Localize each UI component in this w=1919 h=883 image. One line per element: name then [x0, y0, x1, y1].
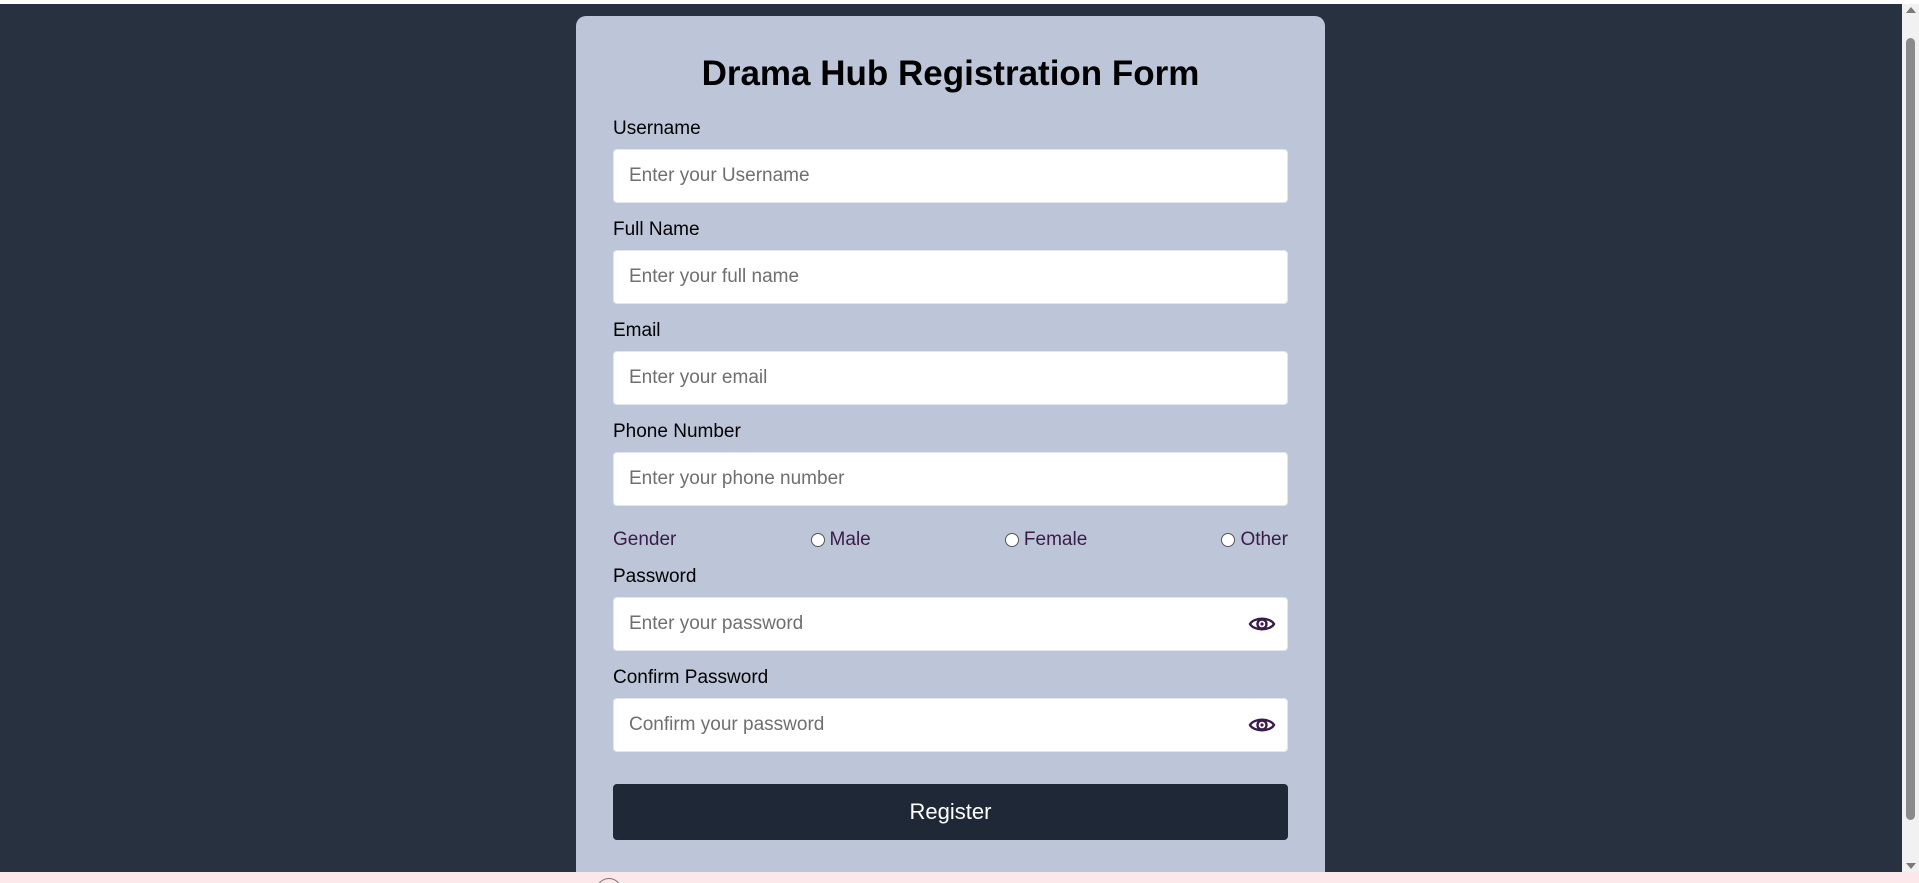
gender-row: Gender Male Female Other: [613, 528, 1288, 552]
email-label: Email: [613, 320, 661, 341]
radio-male[interactable]: [810, 533, 825, 547]
scroll-down-arrow-icon[interactable]: [1906, 863, 1916, 869]
register-button[interactable]: Register: [613, 784, 1288, 840]
confirm-password-input[interactable]: [613, 698, 1288, 752]
gender-option-male[interactable]: Male: [810, 529, 871, 551]
username-input[interactable]: [613, 149, 1288, 203]
confirm-password-field-wrap: [613, 698, 1288, 752]
gender-label: Gender: [613, 529, 677, 550]
fullname-field-wrap: [613, 250, 1288, 304]
email-input[interactable]: [613, 351, 1288, 405]
form-title: Drama Hub Registration Form: [701, 54, 1200, 93]
gender-option-label: Female: [1023, 529, 1088, 550]
username-field-wrap: [613, 149, 1288, 203]
username-label: Username: [613, 118, 701, 139]
confirm-password-label: Confirm Password: [613, 667, 769, 688]
eye-icon[interactable]: [1248, 713, 1276, 737]
gender-option-label: Other: [1240, 529, 1288, 550]
page-viewport: Drama Hub Registration Form Username Ful…: [0, 4, 1902, 872]
phone-field-wrap: [613, 452, 1288, 506]
email-field-wrap: [613, 351, 1288, 405]
registration-card: Drama Hub Registration Form Username Ful…: [576, 16, 1325, 872]
password-input[interactable]: [613, 597, 1288, 651]
password-field-wrap: [613, 597, 1288, 651]
scrollbar-thumb[interactable]: [1906, 38, 1915, 820]
phone-label: Phone Number: [613, 421, 741, 442]
scroll-up-arrow-icon[interactable]: [1906, 7, 1916, 13]
gender-option-other[interactable]: Other: [1221, 529, 1288, 551]
fullname-input[interactable]: [613, 250, 1288, 304]
eye-icon[interactable]: [1248, 612, 1276, 636]
page-bottom-strip: [0, 872, 1919, 883]
fullname-label: Full Name: [613, 219, 700, 240]
password-label: Password: [613, 566, 697, 587]
radio-female[interactable]: [1004, 533, 1019, 547]
vertical-scrollbar[interactable]: [1902, 4, 1919, 872]
radio-other[interactable]: [1221, 533, 1236, 547]
gender-option-female[interactable]: Female: [1004, 529, 1088, 551]
phone-input[interactable]: [613, 452, 1288, 506]
gender-option-label: Male: [829, 529, 871, 550]
